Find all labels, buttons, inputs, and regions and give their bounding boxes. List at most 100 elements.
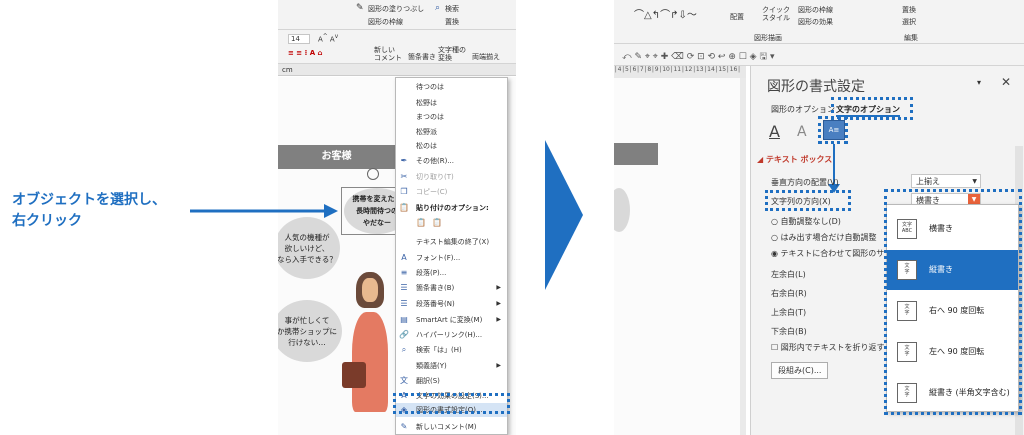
context-menu-item[interactable]: ✒ その他(R)... bbox=[396, 154, 507, 168]
menu-item-icon: 文 bbox=[400, 376, 408, 385]
replace-button-r[interactable]: 置換 bbox=[902, 5, 916, 15]
arrange-button[interactable]: 配置 bbox=[730, 12, 744, 22]
context-menu-item[interactable]: ❐ コピー(C) bbox=[396, 185, 507, 199]
quick-style-button[interactable]: クイック スタイル bbox=[762, 6, 790, 22]
context-menu-item[interactable]: 松のは bbox=[396, 139, 507, 153]
convert-button[interactable]: 文字種の 変換 bbox=[438, 46, 466, 62]
context-menu-item[interactable]: ⌕ 検索「は」(H) bbox=[396, 343, 507, 357]
shape-effect-button[interactable]: 図形の効果 bbox=[798, 17, 833, 27]
shape-outline-button[interactable]: 図形の枠線 bbox=[368, 17, 403, 27]
font-color-icon[interactable]: ≡ ≡ ⁞ A ⌂ bbox=[288, 49, 323, 57]
context-menu-item[interactable]: 📋 📋 bbox=[396, 216, 507, 230]
vertical-align-value: 上揃え bbox=[916, 177, 940, 186]
context-menu-item[interactable]: 松野は bbox=[396, 96, 507, 110]
annotation-arrow-icon bbox=[190, 204, 338, 218]
ribbon-row-divider bbox=[278, 29, 516, 30]
panel-pin-icon[interactable]: ▾ bbox=[977, 78, 981, 87]
fill-icon[interactable]: ✎ bbox=[356, 3, 364, 13]
woman-illustration bbox=[342, 272, 392, 432]
context-menu-item[interactable]: ≡ 段落(P)... bbox=[396, 266, 507, 280]
speech-bubble-2[interactable]: 人気の機種が 欲しいけど、 なら入手できる？ bbox=[278, 217, 340, 279]
slide-title-bar: お客様 bbox=[278, 145, 395, 169]
submenu-arrow-icon: ▶ bbox=[496, 284, 501, 291]
margin-left-label: 左余白(L) bbox=[771, 270, 806, 279]
menu-item-icon: ✎ bbox=[400, 422, 408, 431]
right-ribbon: ⌒△↰⌒↱⇩〜 配置 クイック スタイル 図形の枠線 図形の効果 図形描画 置換… bbox=[614, 0, 1024, 44]
submenu-arrow-icon: ▶ bbox=[496, 362, 501, 369]
shape-outline-button-r[interactable]: 図形の枠線 bbox=[798, 5, 833, 15]
ruler-unit: cm bbox=[282, 66, 293, 74]
menu-item-label: 松野は bbox=[416, 99, 437, 107]
menu-item-icon: ⌕ bbox=[401, 345, 407, 354]
new-comment-button[interactable]: 新しい コメント bbox=[374, 46, 402, 62]
rotate-handle-icon[interactable] bbox=[367, 168, 379, 180]
menu-item-icon: A bbox=[401, 253, 407, 262]
margin-bottom-label: 下余白(B) bbox=[771, 327, 807, 336]
menu-item-label: フォント(F)... bbox=[416, 254, 461, 262]
paste-text-only-icon[interactable]: 📋 bbox=[432, 218, 442, 228]
context-menu-item[interactable]: テキスト編集の終了(X) bbox=[396, 235, 507, 249]
context-menu-item[interactable]: ▤ SmartArt に変換(M) ▶ bbox=[396, 313, 507, 327]
menu-item-label: 検索「は」(H) bbox=[416, 346, 462, 354]
menu-item-icon: ❐ bbox=[400, 187, 408, 196]
menu-item-icon: ✂ bbox=[400, 172, 408, 181]
replace-button[interactable]: 置換 bbox=[445, 17, 459, 27]
select-button[interactable]: 選択 bbox=[902, 17, 916, 27]
margin-top-label: 上余白(T) bbox=[771, 308, 807, 317]
autofit-resize-radio[interactable]: ◉ テキストに合わせて図形のサ bbox=[771, 248, 884, 259]
slide-title-bar-r bbox=[614, 143, 658, 165]
autofit-shrink-radio[interactable]: ○ はみ出す場合だけ自動調整 bbox=[771, 232, 877, 243]
tab-shape-options[interactable]: 図形のオプション bbox=[771, 104, 835, 115]
context-menu-item[interactable]: 待つのは bbox=[396, 80, 507, 94]
menu-item-label: 松野派 bbox=[416, 128, 437, 136]
panel-close-icon[interactable]: ✕ bbox=[1001, 75, 1011, 89]
context-menu-item[interactable]: A フォント(F)... bbox=[396, 251, 507, 265]
menu-item-icon: ▤ bbox=[400, 315, 408, 324]
toolbar-icons[interactable]: ⤺ ✎ ⌖ ⌖ ✚ ⌫ ⟳ ⊡ ⟲ ↩ ⊕ ☐ ◈ 🖫 ▾ bbox=[622, 49, 775, 65]
context-menu-item[interactable]: 📋 貼り付けのオプション: bbox=[396, 201, 507, 215]
panel-title: 図形の書式設定 bbox=[767, 79, 865, 95]
search-button[interactable]: 検索 bbox=[445, 4, 459, 14]
context-menu: 待つのは松野はまつのは松野派松のは ✒ その他(R)... ✂ 切り取り(T) ❐ コピー(… bbox=[395, 77, 508, 435]
ruler: cm bbox=[278, 64, 516, 76]
paste-keep-format-icon[interactable]: 📋 bbox=[416, 218, 426, 228]
annotation-line1: オブジェクトを選択し、 bbox=[12, 192, 166, 208]
menu-item-label: ハイパーリンク(H)... bbox=[416, 331, 483, 339]
speech-bubble-3[interactable]: 事が忙しくて か携帯ショップに 行けない… bbox=[278, 300, 342, 362]
slide-scrollbar[interactable] bbox=[740, 78, 746, 435]
bullets-button[interactable]: 箇条書き bbox=[408, 52, 436, 62]
vertical-align-select[interactable]: 上揃え ▼ bbox=[911, 174, 981, 188]
context-menu-item[interactable]: まつのは bbox=[396, 110, 507, 124]
context-menu-item[interactable]: 松野派 bbox=[396, 125, 507, 139]
wrap-checkbox[interactable]: ☐ 図形内でテキストを折り返す bbox=[771, 342, 884, 353]
context-menu-item[interactable]: ☰ 段落番号(N) ▶ bbox=[396, 297, 507, 311]
autofit-none-radio[interactable]: ○ 自動調整なし(D) bbox=[771, 216, 841, 227]
shape-fill-button[interactable]: 図形の塗りつぶし bbox=[368, 4, 424, 14]
context-menu-item[interactable]: ✎ 新しいコメント(M) bbox=[396, 420, 507, 434]
context-menu-item[interactable]: 🔗 ハイパーリンク(H)... bbox=[396, 328, 507, 342]
margin-right-label: 右余白(R) bbox=[771, 289, 807, 298]
menu-item-icon: ≡ bbox=[400, 268, 408, 277]
submenu-arrow-icon: ▶ bbox=[496, 300, 501, 307]
menu-item-label: 翻訳(S) bbox=[416, 377, 440, 385]
context-menu-item[interactable]: 文翻訳(S) bbox=[396, 374, 507, 388]
columns-button[interactable]: 段組み(C)... bbox=[771, 362, 829, 379]
menu-item-label: 箇条書き(B) bbox=[416, 284, 455, 292]
menu-item-label: 切り取り(T) bbox=[416, 173, 454, 181]
woman-face bbox=[362, 278, 378, 302]
menu-item-label: 類義語(Y) bbox=[416, 362, 447, 370]
section-header[interactable]: ◢ テキスト ボックス bbox=[757, 154, 832, 165]
quick-access-toolbar: ⤺ ✎ ⌖ ⌖ ✚ ⌫ ⟳ ⊡ ⟲ ↩ ⊕ ☐ ◈ 🖫 ▾ bbox=[614, 44, 1024, 66]
ruler-r: │4│5│6│7│8│9│10│11│12│13│14│15│16│ bbox=[614, 66, 746, 78]
context-menu-item[interactable]: 類義語(Y) ▶ bbox=[396, 359, 507, 373]
highlight-textbox-icon bbox=[818, 116, 848, 144]
menu-item-label: コピー(C) bbox=[416, 188, 448, 196]
font-size-box[interactable]: 14 bbox=[288, 34, 310, 44]
text-fill-icon[interactable]: A bbox=[769, 122, 780, 141]
shapes-gallery[interactable]: ⌒△↰⌒↱⇩〜 bbox=[634, 6, 697, 21]
context-menu-item[interactable]: ✂ 切り取り(T) bbox=[396, 170, 507, 184]
grow-font-icon[interactable]: A^ Av bbox=[318, 34, 338, 43]
align-button[interactable]: 両端揃え bbox=[472, 52, 500, 62]
text-effect-icon[interactable]: A bbox=[797, 124, 807, 140]
context-menu-item[interactable]: ☰ 箇条書き(B) ▶ bbox=[396, 281, 507, 295]
